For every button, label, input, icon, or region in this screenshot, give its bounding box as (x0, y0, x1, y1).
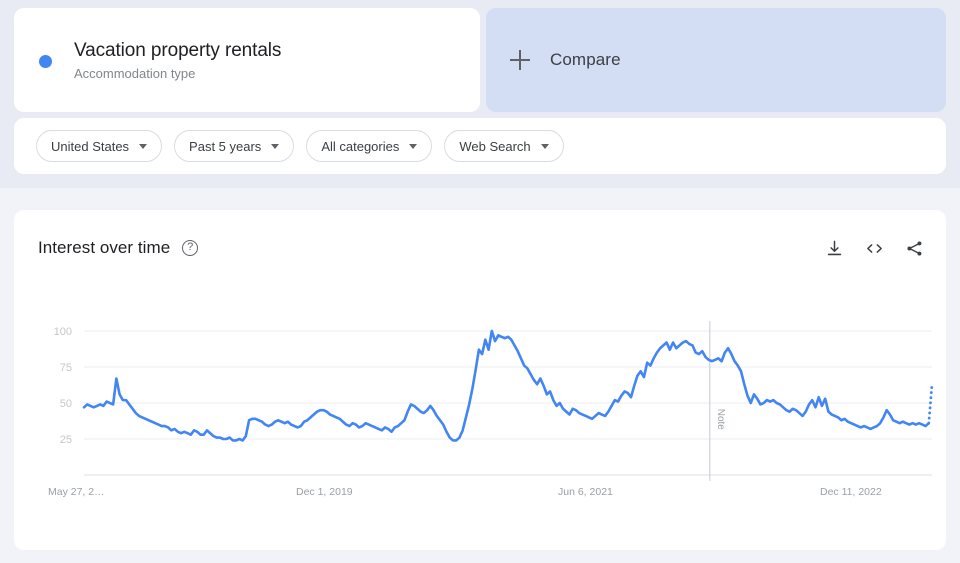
interest-over-time-chart[interactable]: 100 75 50 25 Note May 27, 2… Dec 1, 2019 Jun 6,… (14, 306, 946, 516)
search-term-subtitle: Accommodation type (74, 66, 281, 82)
y-axis-tick-label: 100 (54, 326, 72, 338)
chart-title: Interest over time (38, 238, 170, 258)
embed-icon[interactable] (864, 239, 885, 258)
filter-search-type[interactable]: Web Search (444, 130, 563, 162)
chart-actions (825, 239, 924, 258)
chevron-down-icon (541, 144, 549, 149)
chevron-down-icon (139, 144, 147, 149)
chevron-down-icon (409, 144, 417, 149)
download-icon[interactable] (825, 239, 844, 258)
filter-category-label: All categories (321, 139, 399, 154)
filter-search-type-label: Web Search (459, 139, 530, 154)
x-axis-tick-label: Dec 1, 2019 (296, 486, 353, 498)
series-color-dot (39, 55, 52, 68)
filter-time-range[interactable]: Past 5 years (174, 130, 294, 162)
series-partial-data-line (929, 384, 932, 423)
search-term-card[interactable]: Vacation property rentals Accommodation … (14, 8, 480, 112)
chart-svg: 100 75 50 25 Note May 27, 2… Dec 1, 2019 Jun 6,… (14, 306, 946, 516)
trends-page: Vacation property rentals Accommodation … (0, 0, 960, 563)
filter-time-range-label: Past 5 years (189, 139, 261, 154)
search-term-title: Vacation property rentals (74, 39, 281, 63)
filter-region[interactable]: United States (36, 130, 162, 162)
interest-over-time-card: Interest over time ? 10075502 (14, 210, 946, 550)
search-term-row: Vacation property rentals Accommodation … (14, 8, 946, 112)
y-axis-tick-label: 50 (60, 398, 72, 410)
x-axis-tick-label: May 27, 2… (48, 486, 105, 498)
y-axis-tick-label: 75 (60, 362, 72, 374)
help-icon[interactable]: ? (182, 240, 198, 256)
plus-icon (510, 50, 530, 70)
filter-region-label: United States (51, 139, 129, 154)
share-icon[interactable] (905, 239, 924, 258)
x-axis-tick-label: Jun 6, 2021 (558, 486, 613, 498)
compare-label: Compare (550, 50, 621, 70)
series-line (84, 331, 929, 440)
compare-button[interactable]: Compare (486, 8, 946, 112)
annotation-note-label[interactable]: Note (715, 409, 726, 431)
filter-bar: United States Past 5 years All categorie… (14, 118, 946, 174)
y-axis-tick-label: 25 (60, 434, 72, 446)
chart-header: Interest over time ? (38, 232, 924, 264)
filter-category[interactable]: All categories (306, 130, 432, 162)
chevron-down-icon (271, 144, 279, 149)
x-axis-tick-label: Dec 11, 2022 (820, 486, 882, 498)
